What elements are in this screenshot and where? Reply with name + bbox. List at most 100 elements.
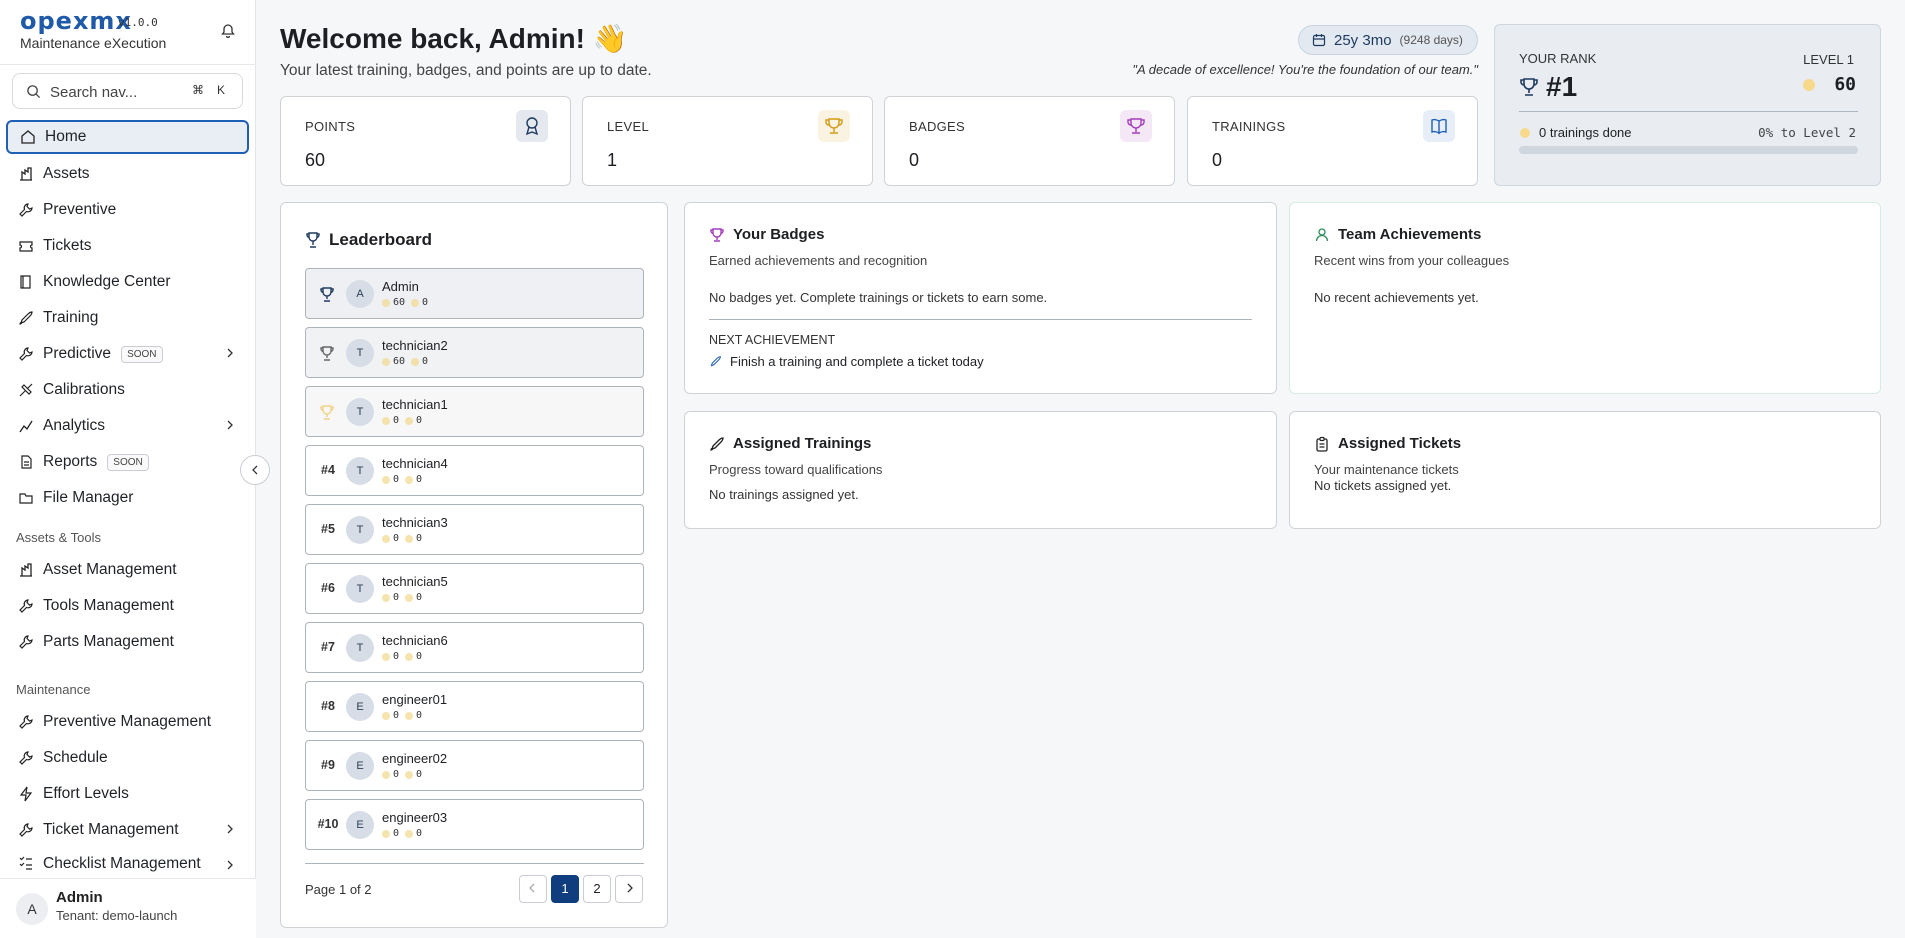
level-progress-bar xyxy=(1519,146,1858,154)
trophy-icon xyxy=(320,405,334,420)
leaderboard-row[interactable]: #8 Eengineer01 0 0 xyxy=(305,681,644,732)
sidebar-item-tickets[interactable]: Tickets xyxy=(6,229,249,263)
sidebar-item-knowledge-center[interactable]: Knowledge Center xyxy=(6,265,249,299)
user-stats: 60 0 xyxy=(382,297,428,308)
leaderboard-row[interactable]: #9 Eengineer02 0 0 xyxy=(305,740,644,791)
brand[interactable]: opexmx v1.0.0 Maintenance eXecution xyxy=(20,9,166,54)
user-points: 0 xyxy=(393,769,400,780)
user-stats: 00 xyxy=(382,592,422,603)
badges-icon xyxy=(411,298,420,307)
chevron-right-icon[interactable] xyxy=(225,420,235,430)
soon-badge: SOON xyxy=(121,345,163,363)
page-title: Welcome back, Admin! 👋 xyxy=(280,23,628,54)
sidebar-item-label: Assets xyxy=(43,165,90,182)
avatar: T xyxy=(346,516,374,544)
team-achievements-card: Team Achievements Recent wins from your … xyxy=(1289,202,1881,394)
sidebar-item-label: Home xyxy=(45,128,87,145)
prev-page-button[interactable] xyxy=(519,875,547,903)
stat-value: 1 xyxy=(607,150,618,170)
stat-value: 60 xyxy=(305,150,326,170)
user-badges: 0 xyxy=(416,710,423,721)
user-points: 0 xyxy=(393,474,400,485)
leaderboard-row[interactable]: #4 Ttechnician4 0 0 xyxy=(305,445,644,496)
analytics-icon xyxy=(19,420,33,433)
rank-label: #8 xyxy=(321,699,335,713)
sidebar-item-label: Checklist Management xyxy=(43,855,201,872)
user-stats: 00 xyxy=(382,828,422,839)
avatar: E xyxy=(346,693,374,721)
collapse-sidebar-button[interactable] xyxy=(240,455,270,485)
chevron-left-icon xyxy=(252,465,258,475)
user-points: 0 xyxy=(393,651,400,662)
sidebar-item-assets[interactable]: Assets xyxy=(6,157,249,191)
sidebar-item-schedule[interactable]: Schedule xyxy=(6,741,249,775)
wrench-icon xyxy=(19,635,33,649)
soon-badge: SOON xyxy=(107,453,149,471)
search-icon xyxy=(27,85,41,99)
sidebar-item-training[interactable]: Training xyxy=(6,301,249,335)
user-badges: 0 xyxy=(416,828,423,839)
leaderboard-row[interactable]: #10 Eengineer03 0 0 xyxy=(305,799,644,850)
sidebar-item-label: Asset Management xyxy=(43,561,177,578)
leaderboard-row[interactable]: Ttechnician1 0 0 xyxy=(305,386,644,437)
leaderboard-row[interactable]: Ttechnician2 60 0 xyxy=(305,327,644,378)
divider xyxy=(709,319,1252,320)
tenure-quote: "A decade of excellence! You're the foun… xyxy=(1132,62,1478,77)
sidebar-item-analytics[interactable]: Analytics xyxy=(6,409,249,443)
sidebar-item-checklist-management[interactable]: Checklist Management xyxy=(6,849,249,877)
stat-label: BADGES xyxy=(909,119,965,134)
sidebar-item-calibrations[interactable]: Calibrations xyxy=(6,373,249,407)
user-stats: 00 xyxy=(382,415,422,426)
stat-card-points: POINTS 60 xyxy=(280,96,571,186)
sidebar-item-reports[interactable]: Reports SOON xyxy=(6,445,249,479)
sidebar-item-ticket-management[interactable]: Ticket Management xyxy=(6,813,249,847)
leaderboard-row[interactable]: A Admin 60 0 xyxy=(305,268,644,319)
page-1-button[interactable]: 1 xyxy=(551,875,579,903)
lightning-icon xyxy=(19,786,33,802)
sidebar-item-home[interactable]: Home xyxy=(6,120,249,154)
assets-icon xyxy=(20,563,32,577)
stat-card-badges: BADGES 0 xyxy=(884,96,1175,186)
user-profile[interactable]: A Admin Tenant: demo-launch xyxy=(0,878,256,938)
user-badges: 0 xyxy=(416,769,423,780)
sidebar-item-file-manager[interactable]: File Manager xyxy=(6,481,249,515)
sidebar-item-tools-management[interactable]: Tools Management xyxy=(6,589,249,623)
user-badges: 0 xyxy=(416,651,423,662)
bell-icon[interactable] xyxy=(220,23,236,39)
stat-label: POINTS xyxy=(305,119,356,134)
chevron-right-icon[interactable] xyxy=(225,824,235,834)
user-badges: 0 xyxy=(416,415,423,426)
page-2-button[interactable]: 2 xyxy=(583,875,611,903)
sidebar-item-preventive-management[interactable]: Preventive Management xyxy=(6,705,249,739)
sidebar: opexmx v1.0.0 Maintenance eXecution Sear… xyxy=(0,0,256,938)
chevron-right-icon[interactable] xyxy=(225,348,235,358)
trophy-icon xyxy=(306,232,320,248)
rank-value: #1 xyxy=(1546,71,1578,102)
next-page-button[interactable] xyxy=(615,875,643,903)
checklist-icon xyxy=(19,856,32,870)
calibration-icon xyxy=(19,383,33,397)
points-icon xyxy=(382,357,390,366)
points-icon xyxy=(382,534,390,543)
user-name: technician4 xyxy=(382,456,448,471)
rank-label: #5 xyxy=(321,522,335,536)
avatar: T xyxy=(346,575,374,603)
nav-search[interactable]: Search nav... ⌘ K xyxy=(12,73,243,109)
sidebar-item-asset-management[interactable]: Asset Management xyxy=(6,553,249,587)
sidebar-item-effort-levels[interactable]: Effort Levels xyxy=(6,777,249,811)
chevron-right-icon[interactable] xyxy=(225,860,235,870)
card-subtitle: Earned achievements and recognition xyxy=(709,253,928,268)
sidebar-item-parts-management[interactable]: Parts Management xyxy=(6,625,249,659)
sidebar-item-preventive[interactable]: Preventive xyxy=(6,193,249,227)
sidebar-item-predictive[interactable]: Predictive SOON xyxy=(6,337,249,371)
badges-icon xyxy=(405,770,414,779)
leaderboard-row[interactable]: #7 Ttechnician6 0 0 xyxy=(305,622,644,673)
assigned-trainings-card: Assigned Trainings Progress toward quali… xyxy=(684,411,1277,529)
user-icon xyxy=(1315,228,1329,242)
trophy-icon xyxy=(710,228,724,242)
user-name: technician1 xyxy=(382,397,448,412)
divider xyxy=(1519,111,1858,112)
team-empty-text: No recent achievements yet. xyxy=(1314,290,1479,305)
leaderboard-row[interactable]: #6 Ttechnician5 0 0 xyxy=(305,563,644,614)
leaderboard-row[interactable]: #5 Ttechnician3 0 0 xyxy=(305,504,644,555)
